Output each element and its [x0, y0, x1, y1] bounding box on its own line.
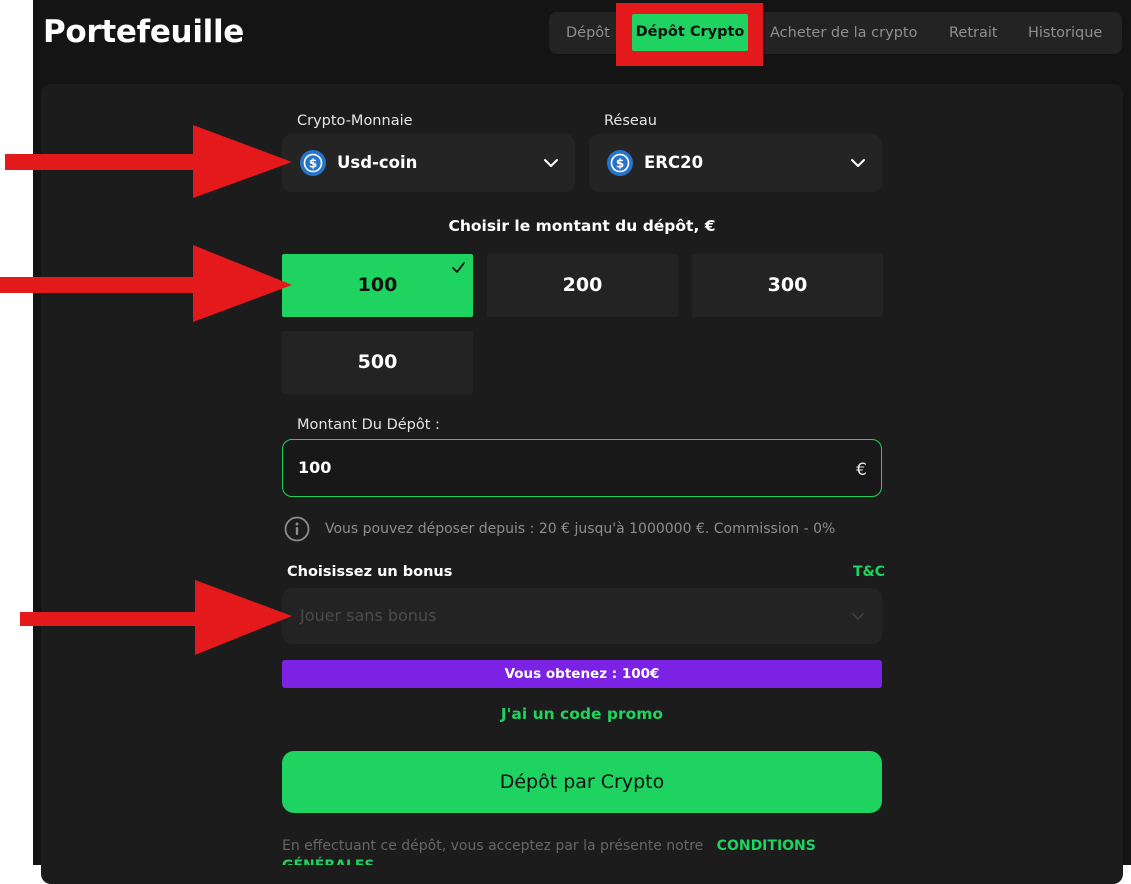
deposit-amount-input[interactable]: 100 €: [282, 439, 882, 497]
amount-option-100[interactable]: 100: [282, 254, 473, 317]
amount-option-label: 500: [357, 351, 398, 373]
amount-option-500[interactable]: 500: [282, 331, 473, 394]
bonus-obtain-banner: Vous obtenez : 100€: [282, 660, 882, 688]
deposit-amount-label: Montant Du Dépôt :: [297, 417, 440, 433]
crypto-label: Crypto-Monnaie: [297, 113, 413, 129]
crypto-deposit-button[interactable]: Dépôt par Crypto: [282, 751, 882, 813]
bonus-placeholder: Jouer sans bonus: [300, 606, 437, 625]
page-title: Portefeuille: [43, 14, 245, 50]
amount-title: Choisir le montant du dépôt, €: [448, 217, 716, 235]
crypto-value: Usd-coin: [337, 153, 418, 172]
bonus-select[interactable]: Jouer sans bonus: [282, 588, 882, 644]
annotation-arrow-icon: [20, 580, 292, 655]
terms-notice: En effectuant ce dépôt, vous acceptez pa…: [282, 836, 882, 865]
tab-depot[interactable]: Dépôt: [566, 12, 610, 54]
promo-code-link[interactable]: J'ai un code promo: [282, 705, 882, 723]
usdc-coin-icon: $: [607, 150, 633, 176]
crypto-select[interactable]: $ Usd-coin: [282, 134, 575, 192]
amount-option-label: 200: [562, 274, 603, 296]
amount-option-200[interactable]: 200: [487, 254, 678, 317]
usdc-coin-icon: $: [300, 150, 326, 176]
network-select[interactable]: $ ERC20: [589, 134, 882, 192]
network-label: Réseau: [604, 113, 657, 129]
annotation-arrow-icon: [0, 245, 292, 322]
chevron-down-icon: [544, 159, 558, 167]
check-icon: [452, 262, 465, 273]
currency-symbol: €: [856, 460, 867, 480]
chevron-down-icon: [851, 159, 865, 167]
tab-retrait[interactable]: Retrait: [949, 12, 998, 54]
tab-acheter-crypto[interactable]: Acheter de la crypto: [770, 12, 917, 54]
amount-option-label: 100: [357, 274, 398, 296]
terms-text: En effectuant ce dépôt, vous acceptez pa…: [282, 838, 704, 854]
annotation-arrow-icon: [5, 125, 292, 198]
tc-link[interactable]: T&C: [853, 564, 885, 580]
chevron-down-icon: [852, 613, 864, 620]
svg-text:$: $: [616, 157, 624, 171]
network-value: ERC20: [644, 153, 704, 172]
amount-option-300[interactable]: 300: [692, 254, 883, 317]
deposit-limits-text: Vous pouvez déposer depuis : 20 € jusqu'…: [325, 521, 836, 537]
tab-historique[interactable]: Historique: [1028, 12, 1102, 54]
deposit-amount-value: 100: [298, 458, 332, 477]
svg-text:$: $: [309, 157, 317, 171]
info-icon: [284, 516, 310, 542]
amount-option-label: 300: [767, 274, 808, 296]
tab-depot-crypto[interactable]: Dépôt Crypto: [632, 14, 748, 51]
bonus-label: Choisissez un bonus: [287, 564, 453, 580]
